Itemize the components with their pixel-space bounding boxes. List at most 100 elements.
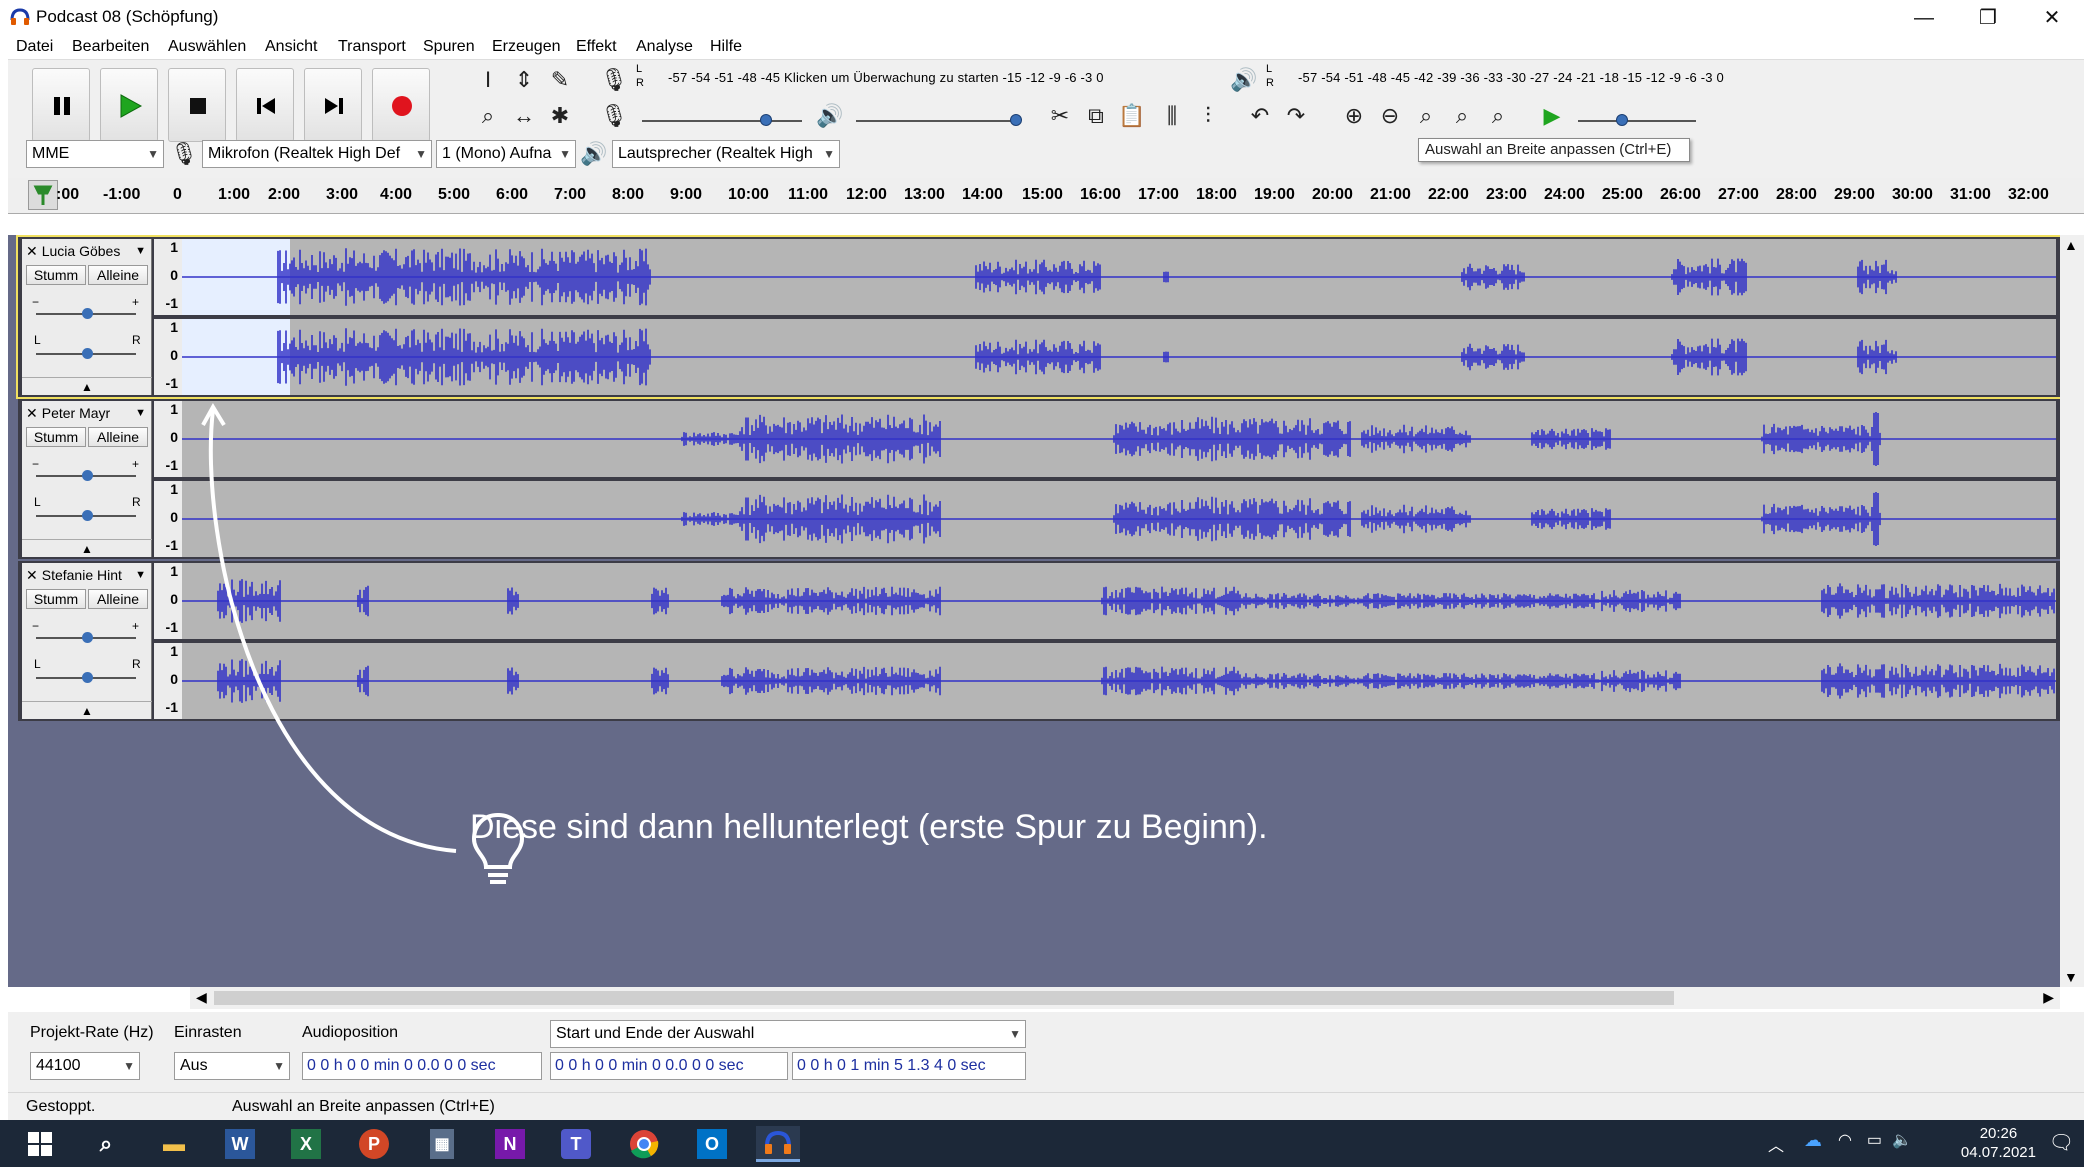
menu-auswaehlen[interactable]: Auswählen <box>168 38 246 56</box>
audacity-taskbar-button[interactable] <box>756 1126 800 1162</box>
close-button[interactable]: ✕ <box>2022 4 2082 32</box>
chevron-down-icon: ▼ <box>123 1059 135 1073</box>
output-device-select[interactable]: Lautsprecher (Realtek High ▼ <box>612 140 840 168</box>
output-volume-slider[interactable] <box>856 120 1016 122</box>
skip-to-end-button[interactable] <box>304 68 362 142</box>
silence-audio-icon[interactable]: ⫶ <box>1192 100 1224 132</box>
skip-to-start-button[interactable] <box>236 68 294 142</box>
scroll-down-icon[interactable]: ▼ <box>2064 969 2078 985</box>
ruler-tick: 12:00 <box>846 186 887 203</box>
stop-button[interactable] <box>168 68 226 142</box>
selection-start-field[interactable]: 0 0 h 0 0 min 0 0.0 0 0 sec <box>550 1052 788 1080</box>
menu-bearbeiten[interactable]: Bearbeiten <box>72 38 149 56</box>
wifi-icon[interactable]: ◠ <box>1838 1130 1852 1150</box>
ruler-tick: 22:00 <box>1428 186 1469 203</box>
zoom-tool-icon[interactable]: ⌕ <box>472 100 504 132</box>
outlook-icon[interactable]: O <box>697 1129 727 1159</box>
pause-icon <box>54 97 70 115</box>
paste-icon[interactable]: 📋 <box>1116 100 1148 132</box>
menu-datei[interactable]: Datei <box>16 38 53 56</box>
envelope-tool-icon[interactable]: ⇕ <box>508 64 540 96</box>
notification-icon[interactable]: 🗨 <box>2049 1130 2074 1155</box>
microphone-icon: 🎙 <box>170 141 198 166</box>
restore-button[interactable]: ❐ <box>1958 4 2018 32</box>
record-button[interactable] <box>372 68 430 142</box>
menu-spuren[interactable]: Spuren <box>423 38 475 56</box>
battery-icon[interactable]: ▭ <box>1867 1130 1882 1150</box>
project-rate-select[interactable]: 44100 ▼ <box>30 1052 140 1080</box>
undo-icon[interactable]: ↶ <box>1244 100 1276 132</box>
powerpoint-icon[interactable]: P <box>359 1129 389 1159</box>
input-device-select[interactable]: Mikrofon (Realtek High Def ▼ <box>202 140 432 168</box>
redo-icon[interactable]: ↷ <box>1280 100 1312 132</box>
snap-select[interactable]: Aus ▼ <box>174 1052 290 1080</box>
cut-icon[interactable]: ✂ <box>1044 100 1076 132</box>
output-volume-knob[interactable] <box>1010 114 1022 126</box>
selection-tool-icon[interactable]: I <box>472 64 504 96</box>
clock-time: 20:26 <box>1979 1125 2018 1142</box>
pin-playhead-button[interactable] <box>28 180 58 210</box>
zoom-in-icon[interactable]: ⊕ <box>1338 100 1370 132</box>
playback-meter-scale[interactable]: -57 -54 -51 -48 -45 -42 -39 -36 -33 -30 … <box>1298 70 1724 85</box>
audio-position-field[interactable]: 0 0 h 0 0 min 0 0.0 0 0 sec <box>302 1052 542 1080</box>
vertical-scrollbar[interactable]: ▲ ▼ <box>2060 235 2084 987</box>
menu-erzeugen[interactable]: Erzeugen <box>492 38 561 56</box>
pause-button[interactable] <box>32 68 90 142</box>
microphone-meter-icon: 🎙 <box>600 67 628 92</box>
minimize-button[interactable]: — <box>1894 4 1954 32</box>
onedrive-icon[interactable]: ☁ <box>1804 1130 1822 1151</box>
taskbar: ⌕ ▬ W X P ▦ N T O ︿ ☁ ◠ ▭ 🔈 20:26 04.07.… <box>0 1120 2084 1167</box>
play-speed-knob[interactable] <box>1616 114 1628 126</box>
input-volume-slider[interactable] <box>642 120 802 122</box>
scroll-left-icon[interactable]: ◀ <box>196 989 207 1006</box>
copy-icon[interactable]: ⧉ <box>1080 100 1112 132</box>
play-button[interactable] <box>100 68 158 142</box>
snap-label: Einrasten <box>174 1024 242 1041</box>
timeshift-tool-icon[interactable]: ↔ <box>508 100 540 132</box>
file-explorer-icon[interactable]: ▬ <box>152 1126 196 1162</box>
timeline-ruler[interactable]: :00 -1:00 0 1:00 2:00 3:00 4:00 5:00 6:00 7:00 8:0… <box>8 178 2084 214</box>
multi-tool-icon[interactable]: ✱ <box>544 100 576 132</box>
draw-tool-icon[interactable]: ✎ <box>544 64 576 96</box>
excel-icon[interactable]: X <box>291 1129 321 1159</box>
zoom-toggle-icon[interactable]: ⌕ <box>1482 100 1514 132</box>
windows-start-icon[interactable] <box>18 1126 62 1162</box>
selection-end-field[interactable]: 0 0 h 0 1 min 5 1.3 4 0 sec <box>792 1052 1026 1080</box>
volume-icon[interactable]: 🔈 <box>1892 1130 1912 1150</box>
word-icon[interactable]: W <box>225 1129 255 1159</box>
horizontal-scrollbar[interactable]: ◀ ▶ <box>190 987 2060 1009</box>
audio-host-select[interactable]: MME ▼ <box>26 140 164 168</box>
play-at-speed-icon[interactable]: ▶ <box>1536 100 1568 132</box>
horizontal-scroll-thumb[interactable] <box>214 991 1674 1005</box>
play-meter-R: R <box>1266 77 1275 89</box>
ruler-tick: 27:00 <box>1718 186 1759 203</box>
selection-mode-select[interactable]: Start und Ende der Auswahl ▼ <box>550 1020 1026 1048</box>
chrome-icon[interactable] <box>629 1129 659 1159</box>
fit-selection-icon[interactable]: ⌕ <box>1410 100 1442 132</box>
scroll-up-icon[interactable]: ▲ <box>2064 237 2078 253</box>
menu-hilfe[interactable]: Hilfe <box>710 38 742 56</box>
clock[interactable]: 20:26 04.07.2021 <box>1961 1124 2036 1162</box>
system-tray-chevron-icon[interactable]: ︿ <box>1768 1132 1784 1156</box>
scroll-right-icon[interactable]: ▶ <box>2043 989 2054 1006</box>
search-icon[interactable]: ⌕ <box>84 1126 128 1162</box>
pin-icon <box>33 185 53 205</box>
menu-analyse[interactable]: Analyse <box>636 38 693 56</box>
zoom-out-icon[interactable]: ⊖ <box>1374 100 1406 132</box>
tracks-area: ✕ Lucia Göbes ▼ Stumm Alleine − + L R ▲ 1 0 -1 1 0 -1 ✕ P… <box>8 235 2064 987</box>
fit-project-icon[interactable]: ⌕ <box>1446 100 1478 132</box>
menu-transport[interactable]: Transport <box>338 38 406 56</box>
record-icon <box>392 96 412 116</box>
trim-audio-icon[interactable]: ⫼ <box>1156 100 1188 132</box>
recording-meter-scale[interactable]: -57 -54 -51 -48 -45 Klicken um Überwachu… <box>668 70 1104 85</box>
input-volume-knob[interactable] <box>760 114 772 126</box>
teams-icon[interactable]: T <box>561 1129 591 1159</box>
stop-icon <box>190 98 206 114</box>
menu-effekt[interactable]: Effekt <box>576 38 617 56</box>
play-speed-slider[interactable] <box>1578 120 1696 122</box>
onenote-icon[interactable]: N <box>495 1129 525 1159</box>
channels-select[interactable]: 1 (Mono) Aufna ▼ <box>436 140 576 168</box>
ruler-tick: 24:00 <box>1544 186 1585 203</box>
calculator-icon[interactable]: ▦ <box>430 1129 454 1159</box>
menu-ansicht[interactable]: Ansicht <box>265 38 317 56</box>
